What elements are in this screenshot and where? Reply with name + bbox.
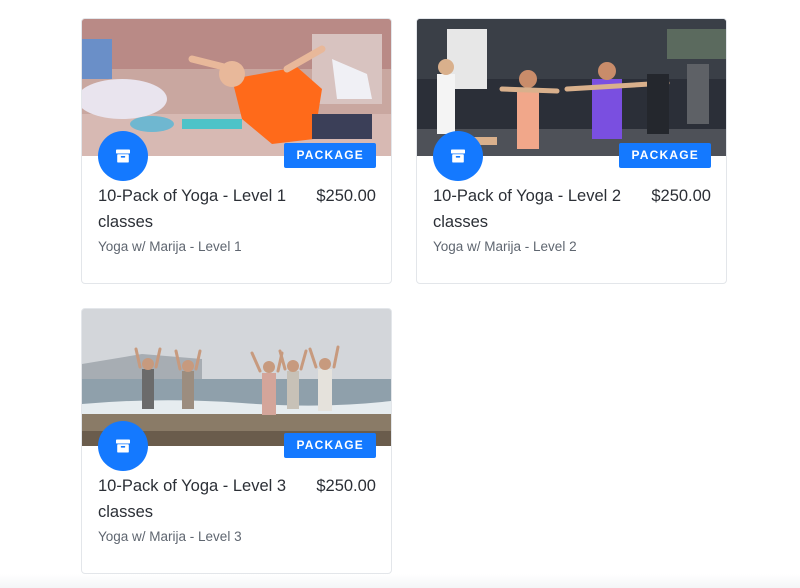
product-card-level-3[interactable]: PACKAGE 10-Pack of Yoga - Level 3 classe… <box>81 308 392 574</box>
card-subtitle: Yoga w/ Marija - Level 1 <box>98 239 242 254</box>
card-price: $250.00 <box>316 187 376 205</box>
card-subtitle: Yoga w/ Marija - Level 3 <box>98 529 242 544</box>
package-badge[interactable]: PACKAGE <box>284 143 376 168</box>
card-price: $250.00 <box>651 187 711 205</box>
archive-icon <box>116 149 130 163</box>
package-badge[interactable]: PACKAGE <box>619 143 711 168</box>
product-card-level-2[interactable]: PACKAGE 10-Pack of Yoga - Level 2 classe… <box>416 18 727 284</box>
package-badge[interactable]: PACKAGE <box>284 433 376 458</box>
card-title[interactable]: 10-Pack of Yoga - Level 2 classes <box>433 183 633 235</box>
archive-icon-button[interactable] <box>98 131 148 181</box>
card-price: $250.00 <box>316 477 376 495</box>
archive-icon <box>116 439 130 453</box>
card-title[interactable]: 10-Pack of Yoga - Level 3 classes <box>98 473 298 525</box>
archive-icon-button[interactable] <box>433 131 483 181</box>
product-card-level-1[interactable]: PACKAGE 10-Pack of Yoga - Level 1 classe… <box>81 18 392 284</box>
archive-icon-button[interactable] <box>98 421 148 471</box>
card-title[interactable]: 10-Pack of Yoga - Level 1 classes <box>98 183 298 235</box>
card-subtitle: Yoga w/ Marija - Level 2 <box>433 239 577 254</box>
page-bottom-shadow <box>0 574 800 588</box>
archive-icon <box>451 149 465 163</box>
